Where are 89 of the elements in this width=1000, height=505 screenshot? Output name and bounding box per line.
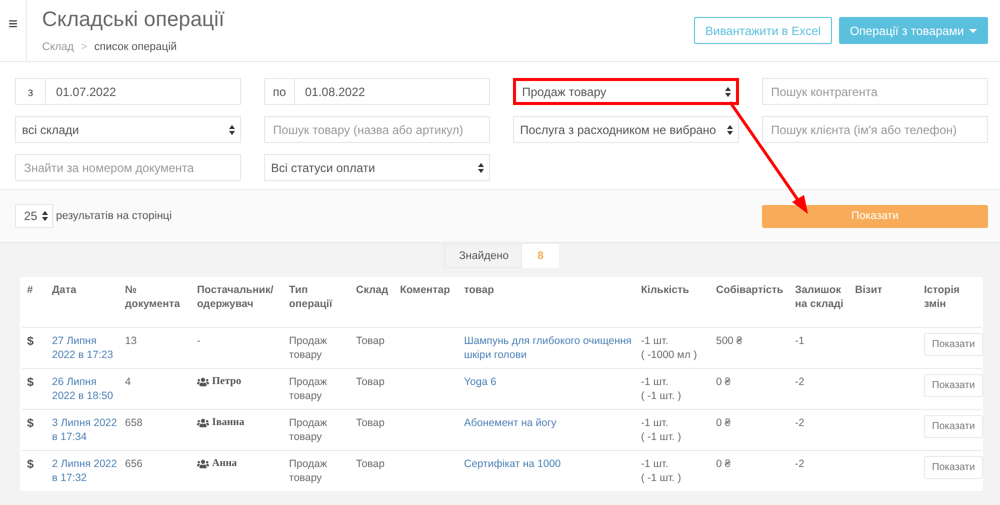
- table-cell: 656: [125, 458, 143, 470]
- page-title: Складські операції: [42, 8, 226, 32]
- select-field[interactable]: Всі статуси оплати: [264, 154, 490, 181]
- select-arrows-icon: [725, 86, 731, 96]
- table-cell: 0 ₴: [716, 416, 731, 428]
- quantity-text: -1 шт.: [641, 456, 670, 470]
- table-cell: Товар: [356, 376, 385, 388]
- column-header: Кількість: [636, 277, 711, 327]
- quantity-text: -1 шт.: [641, 334, 670, 348]
- table-cell: 0 ₴: [716, 376, 731, 388]
- select-arrows-icon: [478, 162, 484, 172]
- breadcrumb-separator: >: [80, 41, 88, 53]
- quantity-text: ( -1 шт. ): [641, 430, 682, 444]
- select-arrows-icon: [229, 124, 235, 134]
- found-count: 8: [522, 244, 559, 268]
- table-cell: -2: [795, 416, 804, 428]
- history-button[interactable]: Показати: [924, 332, 983, 356]
- table-cell: 4: [125, 376, 131, 388]
- breadcrumb-item[interactable]: Склад: [42, 41, 74, 53]
- users-icon: [197, 416, 209, 428]
- table-cell: 0 ₴: [716, 458, 731, 470]
- select-field[interactable]: Послуга з расходником не вибрано: [513, 116, 739, 143]
- date-field[interactable]: з 01.07.2022: [15, 78, 241, 105]
- column-header: Коментар: [395, 277, 459, 327]
- currency-sign: $: [27, 416, 34, 430]
- column-header: Постачальник/ одержувач: [192, 277, 284, 327]
- currency-sign: $: [27, 456, 34, 470]
- users-icon: [197, 376, 209, 388]
- select-arrows-icon: [42, 211, 48, 221]
- date-field[interactable]: по 01.08.2022: [264, 78, 490, 105]
- quantity-text: -1 шт.: [641, 374, 670, 388]
- currency-sign: $: [27, 374, 34, 388]
- product-link[interactable]: Абонемент на йогу: [464, 416, 634, 430]
- table-cell: 500 ₴: [716, 334, 742, 346]
- date-link[interactable]: 27 Липня 2022 в 17:23: [52, 334, 118, 362]
- column-header: Собівартість: [711, 277, 790, 327]
- breadcrumb-item: список операцій: [94, 41, 177, 53]
- quantity-text: ( -1000 мл ): [641, 348, 698, 362]
- table-cell: Товар: [356, 458, 385, 470]
- table-cell: Товар: [356, 416, 385, 428]
- table-cell: Товар: [356, 334, 385, 346]
- counterparty-name: Анна: [212, 456, 237, 470]
- table-cell: Продаж товару: [289, 416, 327, 442]
- column-header: Тип операції: [284, 277, 351, 327]
- search-field[interactable]: Пошук клієнта (ім'я або телефон): [762, 116, 988, 143]
- table-cell: -2: [795, 376, 804, 388]
- product-link[interactable]: Сертифікат на 1000: [464, 456, 634, 470]
- date-link[interactable]: 26 Липня 2022 в 18:50: [52, 374, 118, 402]
- date-link[interactable]: 3 Липня 2022 в 17:34: [52, 416, 118, 444]
- table-cell: 13: [125, 334, 137, 346]
- history-button[interactable]: Показати: [924, 374, 983, 396]
- table-cell: Продаж товару: [289, 458, 327, 484]
- select-field[interactable]: всі склади: [15, 116, 241, 143]
- history-button[interactable]: Показати: [924, 414, 983, 438]
- menu-icon[interactable]: ≡: [8, 17, 18, 35]
- column-header: Дата: [47, 277, 120, 327]
- table-cell: 658: [125, 416, 143, 428]
- column-header: #: [22, 277, 47, 327]
- quantity-text: ( -1 шт. ): [641, 388, 682, 402]
- quantity-text: -1 шт.: [641, 416, 670, 430]
- quantity-text: ( -1 шт. ): [641, 470, 682, 484]
- page-size-select[interactable]: 25: [15, 204, 53, 228]
- column-header: Історія змін: [919, 277, 982, 327]
- column-header: Залишок на складі: [790, 277, 850, 327]
- search-field[interactable]: Пошук товару (назва або артикул): [264, 116, 490, 143]
- found-label: Знайдено: [444, 244, 522, 268]
- table-cell: Продаж товару: [289, 376, 327, 402]
- column-header: Візит: [850, 277, 919, 327]
- date-link[interactable]: 2 Липня 2022 в 17:32: [52, 456, 118, 484]
- page-size-label: результатів на сторінці: [56, 210, 172, 222]
- users-icon: [197, 458, 209, 470]
- product-link[interactable]: Шампунь для глибокого очищення шкіри голови: [464, 334, 634, 362]
- column-header: товар: [459, 277, 636, 327]
- counterparty-name: Іванна: [212, 416, 244, 430]
- table-cell: -2: [795, 458, 804, 470]
- search-field[interactable]: Знайти за номером документа: [15, 154, 241, 181]
- select-arrows-icon: [727, 124, 733, 134]
- column-header: Склад: [351, 277, 395, 327]
- caret-icon: [969, 28, 977, 32]
- counterparty-name: Петро: [212, 374, 242, 388]
- history-button[interactable]: Показати: [924, 456, 983, 478]
- table-cell: Продаж товару: [289, 334, 327, 360]
- column-header: № документа: [120, 277, 192, 327]
- table-cell: -: [197, 334, 200, 348]
- product-link[interactable]: Yoga 6: [464, 374, 634, 388]
- currency-sign: $: [27, 334, 34, 348]
- search-field[interactable]: Пошук контрагента: [762, 78, 988, 105]
- select-field[interactable]: Продаж товару: [513, 78, 739, 105]
- table-cell: -1: [795, 334, 804, 346]
